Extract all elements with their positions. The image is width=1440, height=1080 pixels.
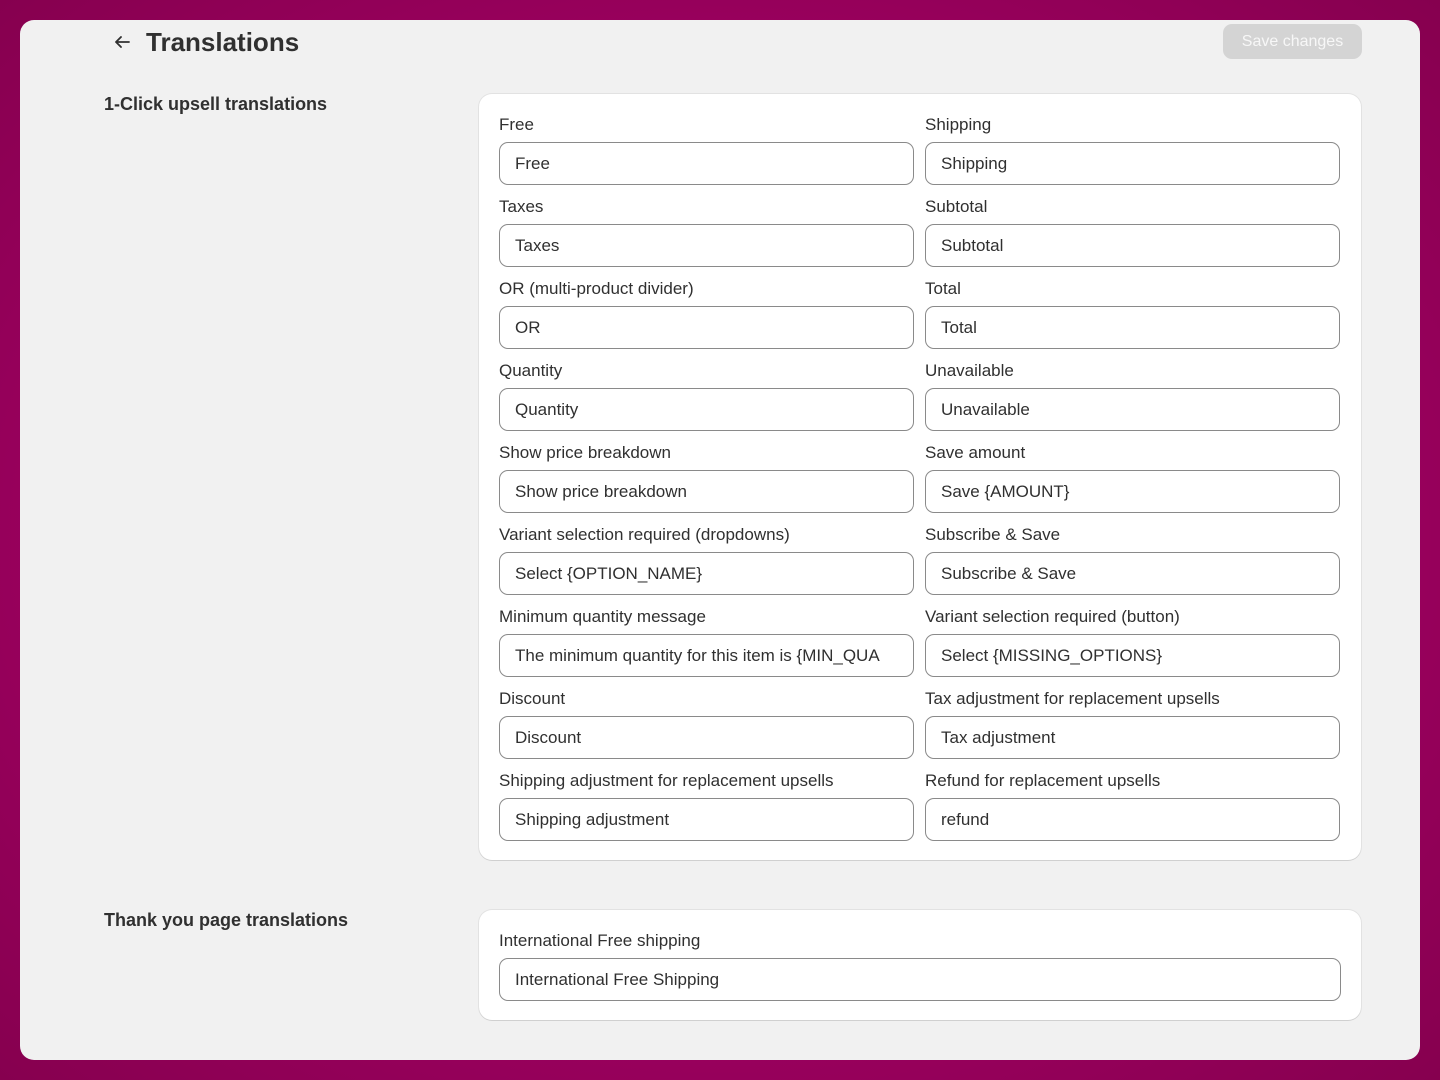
thank-you-translations-card: International Free shipping <box>479 910 1361 1020</box>
field-label: Tax adjustment for replacement upsells <box>925 689 1220 708</box>
field-label: Show price breakdown <box>499 443 671 462</box>
free-input[interactable] <box>499 142 914 185</box>
field-label: Shipping <box>925 115 992 134</box>
page-header: Translations Save changes <box>20 20 1420 70</box>
field-label: Refund for replacement upsells <box>925 771 1161 790</box>
field-free: Free <box>499 114 914 185</box>
field-unavailable: Unavailable <box>925 360 1340 431</box>
field-quantity: Quantity <box>499 360 914 431</box>
field-label: Quantity <box>499 361 563 380</box>
field-shipping: Shipping <box>925 114 1340 185</box>
field-label: Subtotal <box>925 197 988 216</box>
or-divider-input[interactable] <box>499 306 914 349</box>
field-label: Discount <box>499 689 566 708</box>
field-taxes: Taxes <box>499 196 914 267</box>
section-title-upsell: 1-Click upsell translations <box>104 94 328 114</box>
section-title-thank-you: Thank you page translations <box>104 910 349 930</box>
subscribe-save-input[interactable] <box>925 552 1340 595</box>
shipping-input[interactable] <box>925 142 1340 185</box>
field-tax-adjustment: Tax adjustment for replacement upsells <box>925 688 1340 759</box>
refund-input[interactable] <box>925 798 1340 841</box>
field-label: Subscribe & Save <box>925 525 1061 544</box>
field-variant-dropdowns: Variant selection required (dropdowns) <box>499 524 914 595</box>
minimum-quantity-input[interactable] <box>499 634 914 677</box>
field-minimum-quantity: Minimum quantity message <box>499 606 914 677</box>
field-label: Save amount <box>925 443 1026 462</box>
field-label: Free <box>499 115 534 134</box>
field-or-divider: OR (multi-product divider) <box>499 278 914 349</box>
settings-window: Translations Save changes 1-Click upsell… <box>20 20 1420 1060</box>
field-total: Total <box>925 278 1340 349</box>
field-label: Shipping adjustment for replacement upse… <box>499 771 834 790</box>
show-price-breakdown-input[interactable] <box>499 470 914 513</box>
field-international-free-shipping: International Free shipping <box>499 930 1341 1001</box>
upsell-fields-grid: Free Shipping Taxes Subtotal OR (multi-p… <box>499 114 1341 841</box>
upsell-translations-card: Free Shipping Taxes Subtotal OR (multi-p… <box>479 94 1361 860</box>
field-subscribe-save: Subscribe & Save <box>925 524 1340 595</box>
field-shipping-adjustment: Shipping adjustment for replacement upse… <box>499 770 914 841</box>
tax-adjustment-input[interactable] <box>925 716 1340 759</box>
field-discount: Discount <box>499 688 914 759</box>
international-free-shipping-input[interactable] <box>499 958 1341 1001</box>
taxes-input[interactable] <box>499 224 914 267</box>
total-input[interactable] <box>925 306 1340 349</box>
field-label: Taxes <box>499 197 544 216</box>
shipping-adjustment-input[interactable] <box>499 798 914 841</box>
arrow-left-icon <box>115 36 130 48</box>
unavailable-input[interactable] <box>925 388 1340 431</box>
field-label: International Free shipping <box>499 931 701 950</box>
field-label: Variant selection required (dropdowns) <box>499 525 790 544</box>
field-show-price-breakdown: Show price breakdown <box>499 442 914 513</box>
subtotal-input[interactable] <box>925 224 1340 267</box>
field-label: Variant selection required (button) <box>925 607 1180 626</box>
field-variant-button: Variant selection required (button) <box>925 606 1340 677</box>
field-label: Minimum quantity message <box>499 607 706 626</box>
save-changes-button[interactable]: Save changes <box>1223 24 1362 59</box>
variant-dropdowns-input[interactable] <box>499 552 914 595</box>
save-amount-input[interactable] <box>925 470 1340 513</box>
page-title: Translations <box>146 27 300 57</box>
discount-input[interactable] <box>499 716 914 759</box>
field-subtotal: Subtotal <box>925 196 1340 267</box>
quantity-input[interactable] <box>499 388 914 431</box>
field-label: Unavailable <box>925 361 1014 380</box>
field-label: OR (multi-product divider) <box>499 279 694 298</box>
field-refund: Refund for replacement upsells <box>925 770 1340 841</box>
field-label: Total <box>925 279 961 298</box>
back-button[interactable] <box>108 28 136 56</box>
field-save-amount: Save amount <box>925 442 1340 513</box>
variant-button-input[interactable] <box>925 634 1340 677</box>
